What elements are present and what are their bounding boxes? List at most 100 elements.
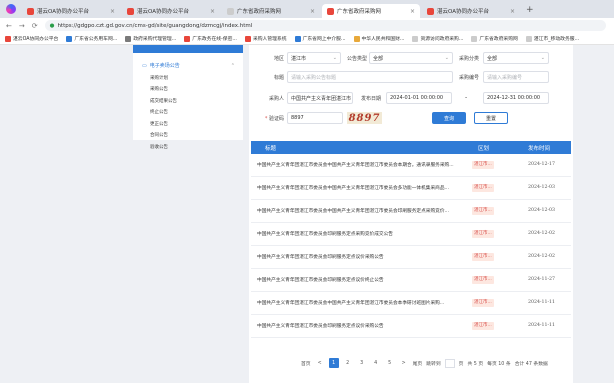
- announce-type-select[interactable]: 全部 ⌄: [369, 52, 453, 64]
- page-button[interactable]: 4: [371, 358, 381, 368]
- bookmark-item[interactable]: 广东政务在线-保密...: [184, 35, 237, 42]
- column-header-date: 发布时间: [528, 146, 551, 152]
- browser-tab[interactable]: 广东省政府采购网 ×: [222, 4, 320, 18]
- per-page: 每页 10 条: [487, 361, 511, 367]
- buyer-input[interactable]: 中国共产主义青年团湛江市: [287, 92, 353, 104]
- row-title[interactable]: 中国共产主义青年团湛江市委员会中国共产主义青年团湛江市委员会印刷服务定点采购竞价…: [257, 208, 467, 214]
- bookmark-item[interactable]: 政府采购代理管理...: [125, 35, 176, 42]
- close-tab-icon[interactable]: ×: [510, 8, 515, 15]
- bookmark-item[interactable]: 广东省网上中介服...: [294, 35, 346, 42]
- bookmark-label: 政府采购代理管理...: [133, 37, 177, 42]
- bookmark-item[interactable]: 湛江市_移动政务服...: [525, 35, 579, 42]
- tab-title: 广东省政府采购网: [237, 9, 282, 15]
- total-pages: 共 5 页: [467, 361, 484, 367]
- reload-icon[interactable]: ⟳: [32, 22, 38, 30]
- bookmark-favicon-icon: [125, 35, 132, 42]
- table-row[interactable]: 中国共产主义青年团湛江市委员会印刷服务定点采购竞价成交公告 湛江市... 2024-…: [251, 223, 571, 246]
- sidebar-item-termination[interactable]: 终止公告: [133, 109, 243, 115]
- lock-icon: ●: [49, 22, 55, 29]
- chevron-down-icon: ⌄: [540, 55, 545, 61]
- site-favicon-icon: [127, 7, 134, 15]
- prev-page-button[interactable]: <: [315, 358, 325, 368]
- table-row[interactable]: 中国共产主义青年团湛江市委员会印刷服务定点议价采购公告 湛江市... 2024-11…: [251, 315, 571, 338]
- document-icon: ▭: [142, 62, 147, 69]
- sidebar-item-announcement[interactable]: 采购公告: [133, 86, 243, 92]
- page-button-current[interactable]: 1: [328, 358, 339, 368]
- bookmarks-bar: 湛云OA协同办公平台 广东省公务用车网... 政府采购代理管理... 广东政务在…: [0, 33, 614, 45]
- url-text: https://gdgpo.czt.gd.gov.cn/cms-gd/site/…: [57, 22, 253, 29]
- captcha-input[interactable]: 8897: [287, 112, 343, 124]
- region-badge: 湛江市...: [472, 276, 494, 284]
- bookmark-label: 广东省公务用车网...: [74, 37, 118, 42]
- page-button[interactable]: 5: [385, 358, 395, 368]
- row-date: 2024-12-02: [528, 254, 556, 259]
- forward-arrow-icon[interactable]: →: [19, 22, 25, 30]
- region-select[interactable]: 湛江市 ⌄: [287, 52, 341, 64]
- captcha-image[interactable]: 8897: [347, 112, 382, 124]
- back-arrow-icon[interactable]: ←: [6, 22, 12, 30]
- first-page-button[interactable]: 首页: [301, 360, 311, 367]
- table-row[interactable]: 中国共产主义青年团湛江市委员会印刷服务定点议价采购公告 湛江市... 2024-12…: [251, 246, 571, 269]
- browser-tab[interactable]: 湛云OA协同办公平台 ×: [22, 4, 120, 18]
- row-title[interactable]: 中国共产主义青年团湛江市委员会中国共产主义青年团湛江市委员会本季研讨班图片采购.…: [257, 300, 467, 306]
- browser-tab[interactable]: 湛云OA协同办公平台 ×: [122, 4, 220, 18]
- region-badge: 湛江市...: [472, 207, 494, 215]
- url-field[interactable]: ● https://gdgpo.czt.gd.gov.cn/cms-gd/sit…: [44, 20, 606, 31]
- bookmark-item[interactable]: 湛云OA协同办公平台: [5, 35, 58, 42]
- bookmark-label: 采购人管理系统: [252, 37, 287, 42]
- column-header-title: 标题: [265, 146, 277, 152]
- row-title[interactable]: 中国共产主义青年团湛江市委员会印刷服务定点采购竞价成交公告: [257, 231, 467, 237]
- date-to-input[interactable]: 2024-12-31 00:00:00: [483, 92, 549, 104]
- browser-tab-active[interactable]: 广东省政府采购网 ×: [322, 4, 420, 18]
- sidebar-item-result[interactable]: 成交结果公告: [133, 98, 243, 104]
- sidebar-item-contract[interactable]: 合同公告: [133, 132, 243, 138]
- purchase-type-select[interactable]: 全部 ⌄: [483, 52, 549, 64]
- row-title[interactable]: 中国共产主义青年团湛江市委员会印刷服务定点议价终止公告: [257, 277, 467, 283]
- sidebar-item-plan[interactable]: 采购计划: [133, 75, 243, 81]
- page-jump-input[interactable]: [444, 358, 455, 368]
- purchase-type-label: 采购分类: [458, 56, 479, 62]
- browser-tab[interactable]: 湛云OA协同办公平台 ×: [422, 4, 520, 18]
- table-row[interactable]: 中国共产主义青年团湛江市委员会中国共产主义青年团湛江市委员会本季研讨班图片采购.…: [251, 292, 571, 315]
- project-no-input[interactable]: 请输入采购编号: [483, 71, 549, 83]
- page-button[interactable]: 2: [343, 358, 353, 368]
- row-date: 2024-12-03: [528, 208, 556, 213]
- reset-button[interactable]: 重置: [474, 112, 508, 124]
- table-row[interactable]: [251, 338, 571, 339]
- table-row[interactable]: 中国共产主义青年团湛江市委员会中国共产主义青年团湛江市委员会印刷服务定点采购竞价…: [251, 200, 571, 223]
- sidebar-item-acceptance[interactable]: 验收公告: [133, 144, 243, 150]
- bookmark-item[interactable]: 广东省公务用车网...: [66, 35, 117, 42]
- bookmark-item[interactable]: 中华人民共和国财...: [353, 35, 404, 42]
- date-from-input[interactable]: 2024-01-01 00:00:00: [386, 92, 452, 104]
- close-tab-icon[interactable]: ×: [110, 8, 115, 15]
- sidebar-category[interactable]: ▭ 电子卖场公告 ⌃: [133, 53, 243, 70]
- title-input[interactable]: 请输入采购公告标题: [287, 71, 453, 83]
- table-row[interactable]: 中国共产主义青年团湛江市委员会中国共产主义青年团湛江市委员会多功能一体机集采商品…: [251, 177, 571, 200]
- bookmark-item[interactable]: 广东省政府采购网: [471, 35, 518, 42]
- sidebar-item-correction[interactable]: 更正公告: [133, 121, 243, 127]
- row-title[interactable]: 中国共产主义青年团湛江市委员会印刷服务定点议价采购公告: [257, 254, 467, 260]
- page-button[interactable]: 3: [357, 358, 367, 368]
- tab-title: 广东省政府采购网: [337, 9, 382, 15]
- bookmark-favicon-icon: [244, 35, 251, 42]
- bookmark-item[interactable]: 资源访问政府采购...: [412, 35, 463, 42]
- new-tab-plus-icon[interactable]: +: [526, 5, 534, 15]
- last-page-button[interactable]: 尾页: [413, 360, 423, 367]
- sidebar-header-bar: [133, 45, 243, 53]
- table-row[interactable]: 中国共产主义青年团湛江市委员会中国共产主义青年团湛江市委员会本期合。通讯录服务采…: [251, 154, 571, 177]
- search-button[interactable]: 查询: [432, 112, 466, 124]
- table-row[interactable]: 中国共产主义青年团湛江市委员会印刷服务定点议价终止公告 湛江市... 2024-11…: [251, 269, 571, 292]
- row-title[interactable]: 中国共产主义青年团湛江市委员会中国共产主义青年团湛江市委员会多功能一体机集采商品…: [257, 185, 467, 191]
- row-title[interactable]: 中国共产主义青年团湛江市委员会印刷服务定点议价采购公告: [257, 323, 467, 329]
- close-tab-icon[interactable]: ×: [310, 8, 315, 15]
- row-date: 2024-11-11: [528, 323, 556, 328]
- chevron-up-icon[interactable]: ⌃: [231, 63, 235, 69]
- close-tab-icon[interactable]: ×: [410, 8, 415, 15]
- close-tab-icon[interactable]: ×: [210, 8, 215, 15]
- region-badge: 湛江市...: [472, 230, 494, 238]
- page-unit-label: 页: [458, 361, 464, 367]
- row-title[interactable]: 中国共产主义青年团湛江市委员会中国共产主义青年团湛江市委员会本期合。通讯录服务采…: [257, 162, 467, 168]
- page-icon: [412, 35, 419, 42]
- bookmark-item[interactable]: 采购人管理系统: [244, 35, 287, 42]
- next-page-button[interactable]: >: [399, 358, 409, 368]
